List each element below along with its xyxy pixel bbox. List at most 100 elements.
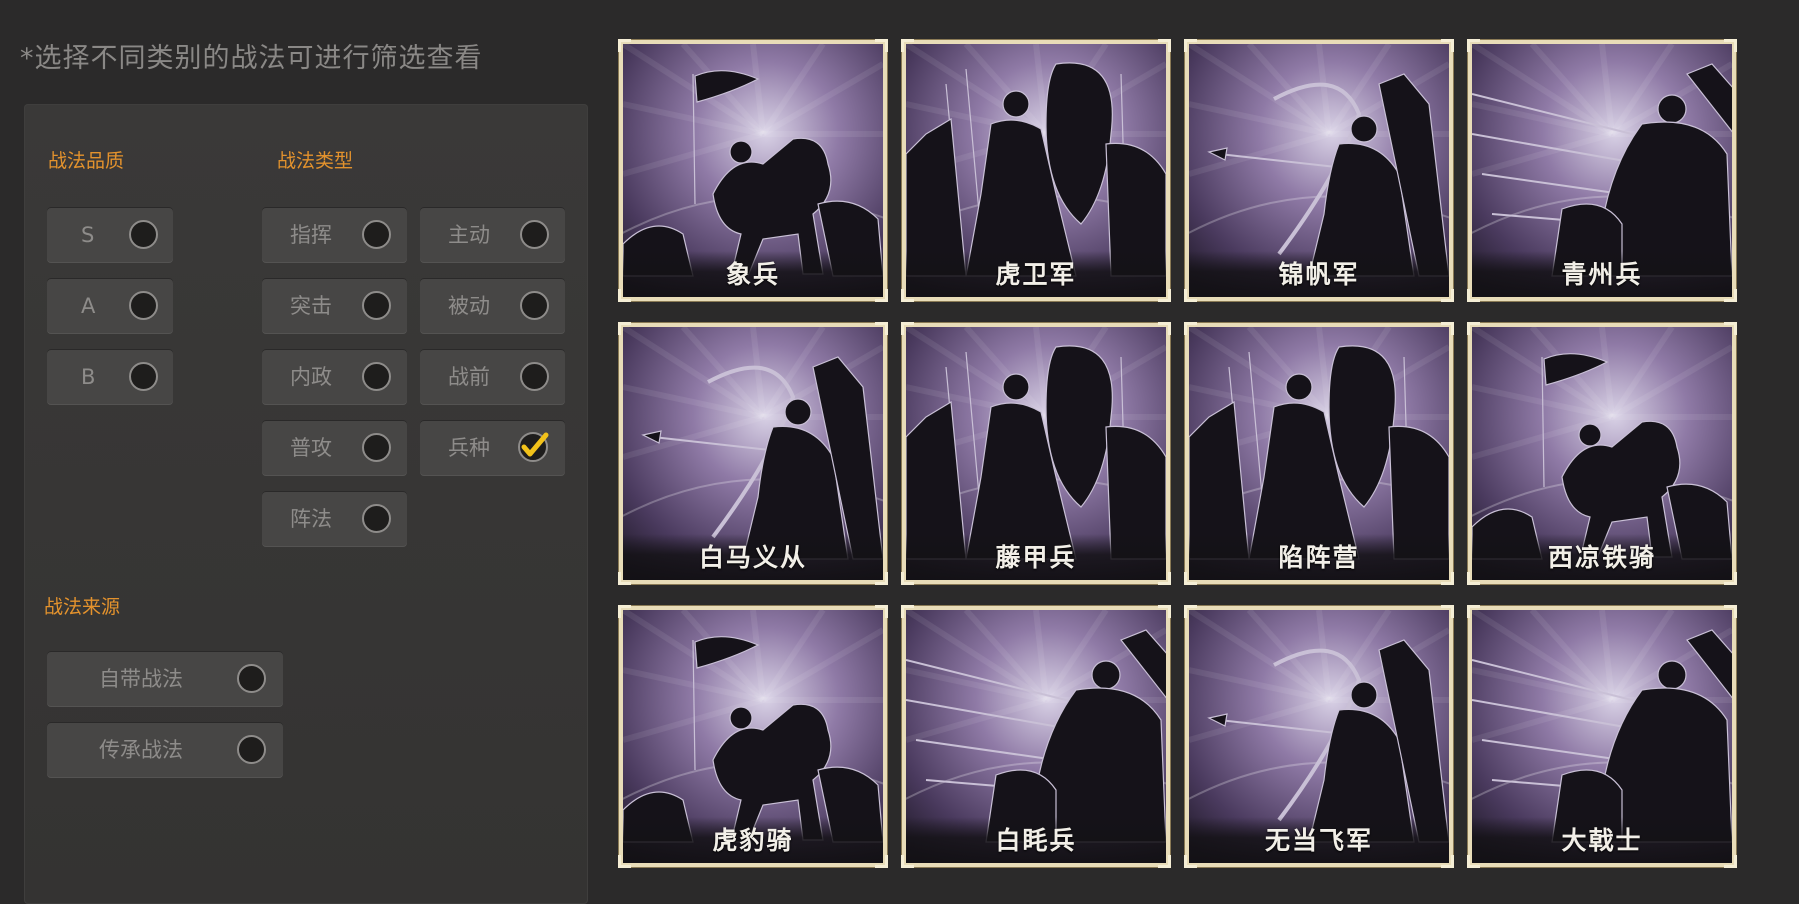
frame-corner — [901, 39, 914, 52]
skill-card[interactable]: 虎豹骑 — [618, 605, 888, 868]
card-art: 虎豹骑 — [623, 610, 883, 863]
card-name: 虎卫军 — [995, 260, 1077, 289]
skill-card[interactable]: 无当飞军 — [1184, 605, 1454, 868]
filter-option-label: 指挥 — [290, 223, 332, 247]
frame-corner — [1158, 39, 1171, 52]
card-art: 无当飞军 — [1189, 610, 1449, 863]
frame-corner — [875, 322, 888, 335]
frame-corner — [1441, 289, 1454, 302]
radio-icon[interactable] — [362, 362, 391, 391]
filter-hint: *选择不同类别的战法可进行筛选查看 — [20, 43, 483, 74]
frame-corner — [901, 289, 914, 302]
frame-corner — [1184, 855, 1197, 868]
filter-option-source-inherited[interactable]: 传承战法 — [47, 722, 283, 778]
frame-corner — [618, 605, 631, 618]
card-art: 陷阵营 — [1189, 327, 1449, 580]
frame-corner — [1441, 855, 1454, 868]
frame-corner — [1158, 572, 1171, 585]
frame-corner — [1441, 605, 1454, 618]
skill-card[interactable]: 藤甲兵 — [901, 322, 1171, 585]
card-name: 西凉铁骑 — [1547, 543, 1656, 572]
frame-corner — [1184, 322, 1197, 335]
frame-corner — [875, 855, 888, 868]
filter-option-source-innate[interactable]: 自带战法 — [47, 651, 283, 707]
radio-icon[interactable] — [362, 220, 391, 249]
radio-icon[interactable] — [362, 504, 391, 533]
radio-icon[interactable] — [129, 220, 158, 249]
radio-icon[interactable] — [520, 291, 549, 320]
frame-corner — [1467, 605, 1480, 618]
skill-card[interactable]: 象兵 — [618, 39, 888, 302]
filter-option-quality-s[interactable]: S — [47, 207, 173, 263]
card-art: 白马义从 — [623, 327, 883, 580]
source-section-title: 战法来源 — [44, 596, 121, 618]
frame-corner — [1158, 322, 1171, 335]
frame-corner — [1441, 39, 1454, 52]
filter-option-label: 突击 — [290, 294, 332, 318]
frame-corner — [618, 572, 631, 585]
filter-option-label: 战前 — [448, 365, 490, 389]
quality-section-title: 战法品质 — [48, 150, 125, 172]
filter-option-label: 被动 — [448, 294, 490, 318]
skill-card[interactable]: 大戟士 — [1467, 605, 1737, 868]
filter-option-type-troop[interactable]: 兵种 — [420, 420, 565, 476]
filter-option-type-assault[interactable]: 突击 — [262, 278, 407, 334]
skill-card[interactable]: 白眊兵 — [901, 605, 1171, 868]
filter-option-label: 自带战法 — [99, 667, 183, 691]
frame-corner — [1467, 572, 1480, 585]
skill-card[interactable]: 西凉铁骑 — [1467, 322, 1737, 585]
radio-icon[interactable] — [520, 362, 549, 391]
filter-option-label: A — [81, 294, 96, 318]
frame-corner — [618, 39, 631, 52]
filter-option-type-normal-attack[interactable]: 普攻 — [262, 420, 407, 476]
filter-option-type-command[interactable]: 指挥 — [262, 207, 407, 263]
card-name: 虎豹骑 — [712, 826, 794, 855]
frame-corner — [901, 605, 914, 618]
frame-corner — [901, 322, 914, 335]
skill-card[interactable]: 青州兵 — [1467, 39, 1737, 302]
filter-option-type-internal[interactable]: 内政 — [262, 349, 407, 405]
radio-icon[interactable] — [362, 291, 391, 320]
filter-option-type-prebattle[interactable]: 战前 — [420, 349, 565, 405]
frame-corner — [1467, 322, 1480, 335]
radio-icon[interactable] — [362, 433, 391, 462]
filter-option-quality-b[interactable]: B — [47, 349, 173, 405]
frame-corner — [1724, 322, 1737, 335]
filter-option-label: S — [81, 223, 95, 247]
card-name: 白马义从 — [698, 543, 807, 572]
filter-option-type-passive[interactable]: 被动 — [420, 278, 565, 334]
frame-corner — [901, 855, 914, 868]
filter-option-quality-a[interactable]: A — [47, 278, 173, 334]
card-art: 锦帆军 — [1189, 44, 1449, 297]
radio-icon[interactable] — [520, 220, 549, 249]
card-art: 虎卫军 — [906, 44, 1166, 297]
checkmark-icon[interactable] — [516, 430, 550, 464]
type-section-title: 战法类型 — [277, 150, 354, 172]
filter-option-type-active[interactable]: 主动 — [420, 207, 565, 263]
card-art: 大戟士 — [1472, 610, 1732, 863]
filter-option-label: 主动 — [448, 223, 490, 247]
skill-card[interactable]: 陷阵营 — [1184, 322, 1454, 585]
card-name: 锦帆军 — [1278, 260, 1360, 289]
frame-corner — [875, 39, 888, 52]
filter-option-label: 兵种 — [448, 436, 490, 460]
card-name: 陷阵营 — [1278, 543, 1360, 572]
filter-option-type-formation[interactable]: 阵法 — [262, 491, 407, 547]
skill-card[interactable]: 锦帆军 — [1184, 39, 1454, 302]
frame-corner — [1441, 572, 1454, 585]
card-name: 藤甲兵 — [995, 543, 1077, 572]
filter-option-label: 传承战法 — [99, 738, 183, 762]
frame-corner — [1441, 322, 1454, 335]
card-name: 象兵 — [725, 260, 780, 289]
card-art: 象兵 — [623, 44, 883, 297]
frame-corner — [1467, 855, 1480, 868]
skill-card[interactable]: 虎卫军 — [901, 39, 1171, 302]
skill-card[interactable]: 白马义从 — [618, 322, 888, 585]
radio-icon[interactable] — [237, 735, 266, 764]
frame-corner — [1724, 605, 1737, 618]
radio-icon[interactable] — [129, 291, 158, 320]
radio-icon[interactable] — [129, 362, 158, 391]
radio-icon[interactable] — [237, 664, 266, 693]
frame-corner — [618, 322, 631, 335]
card-name: 青州兵 — [1561, 260, 1643, 289]
